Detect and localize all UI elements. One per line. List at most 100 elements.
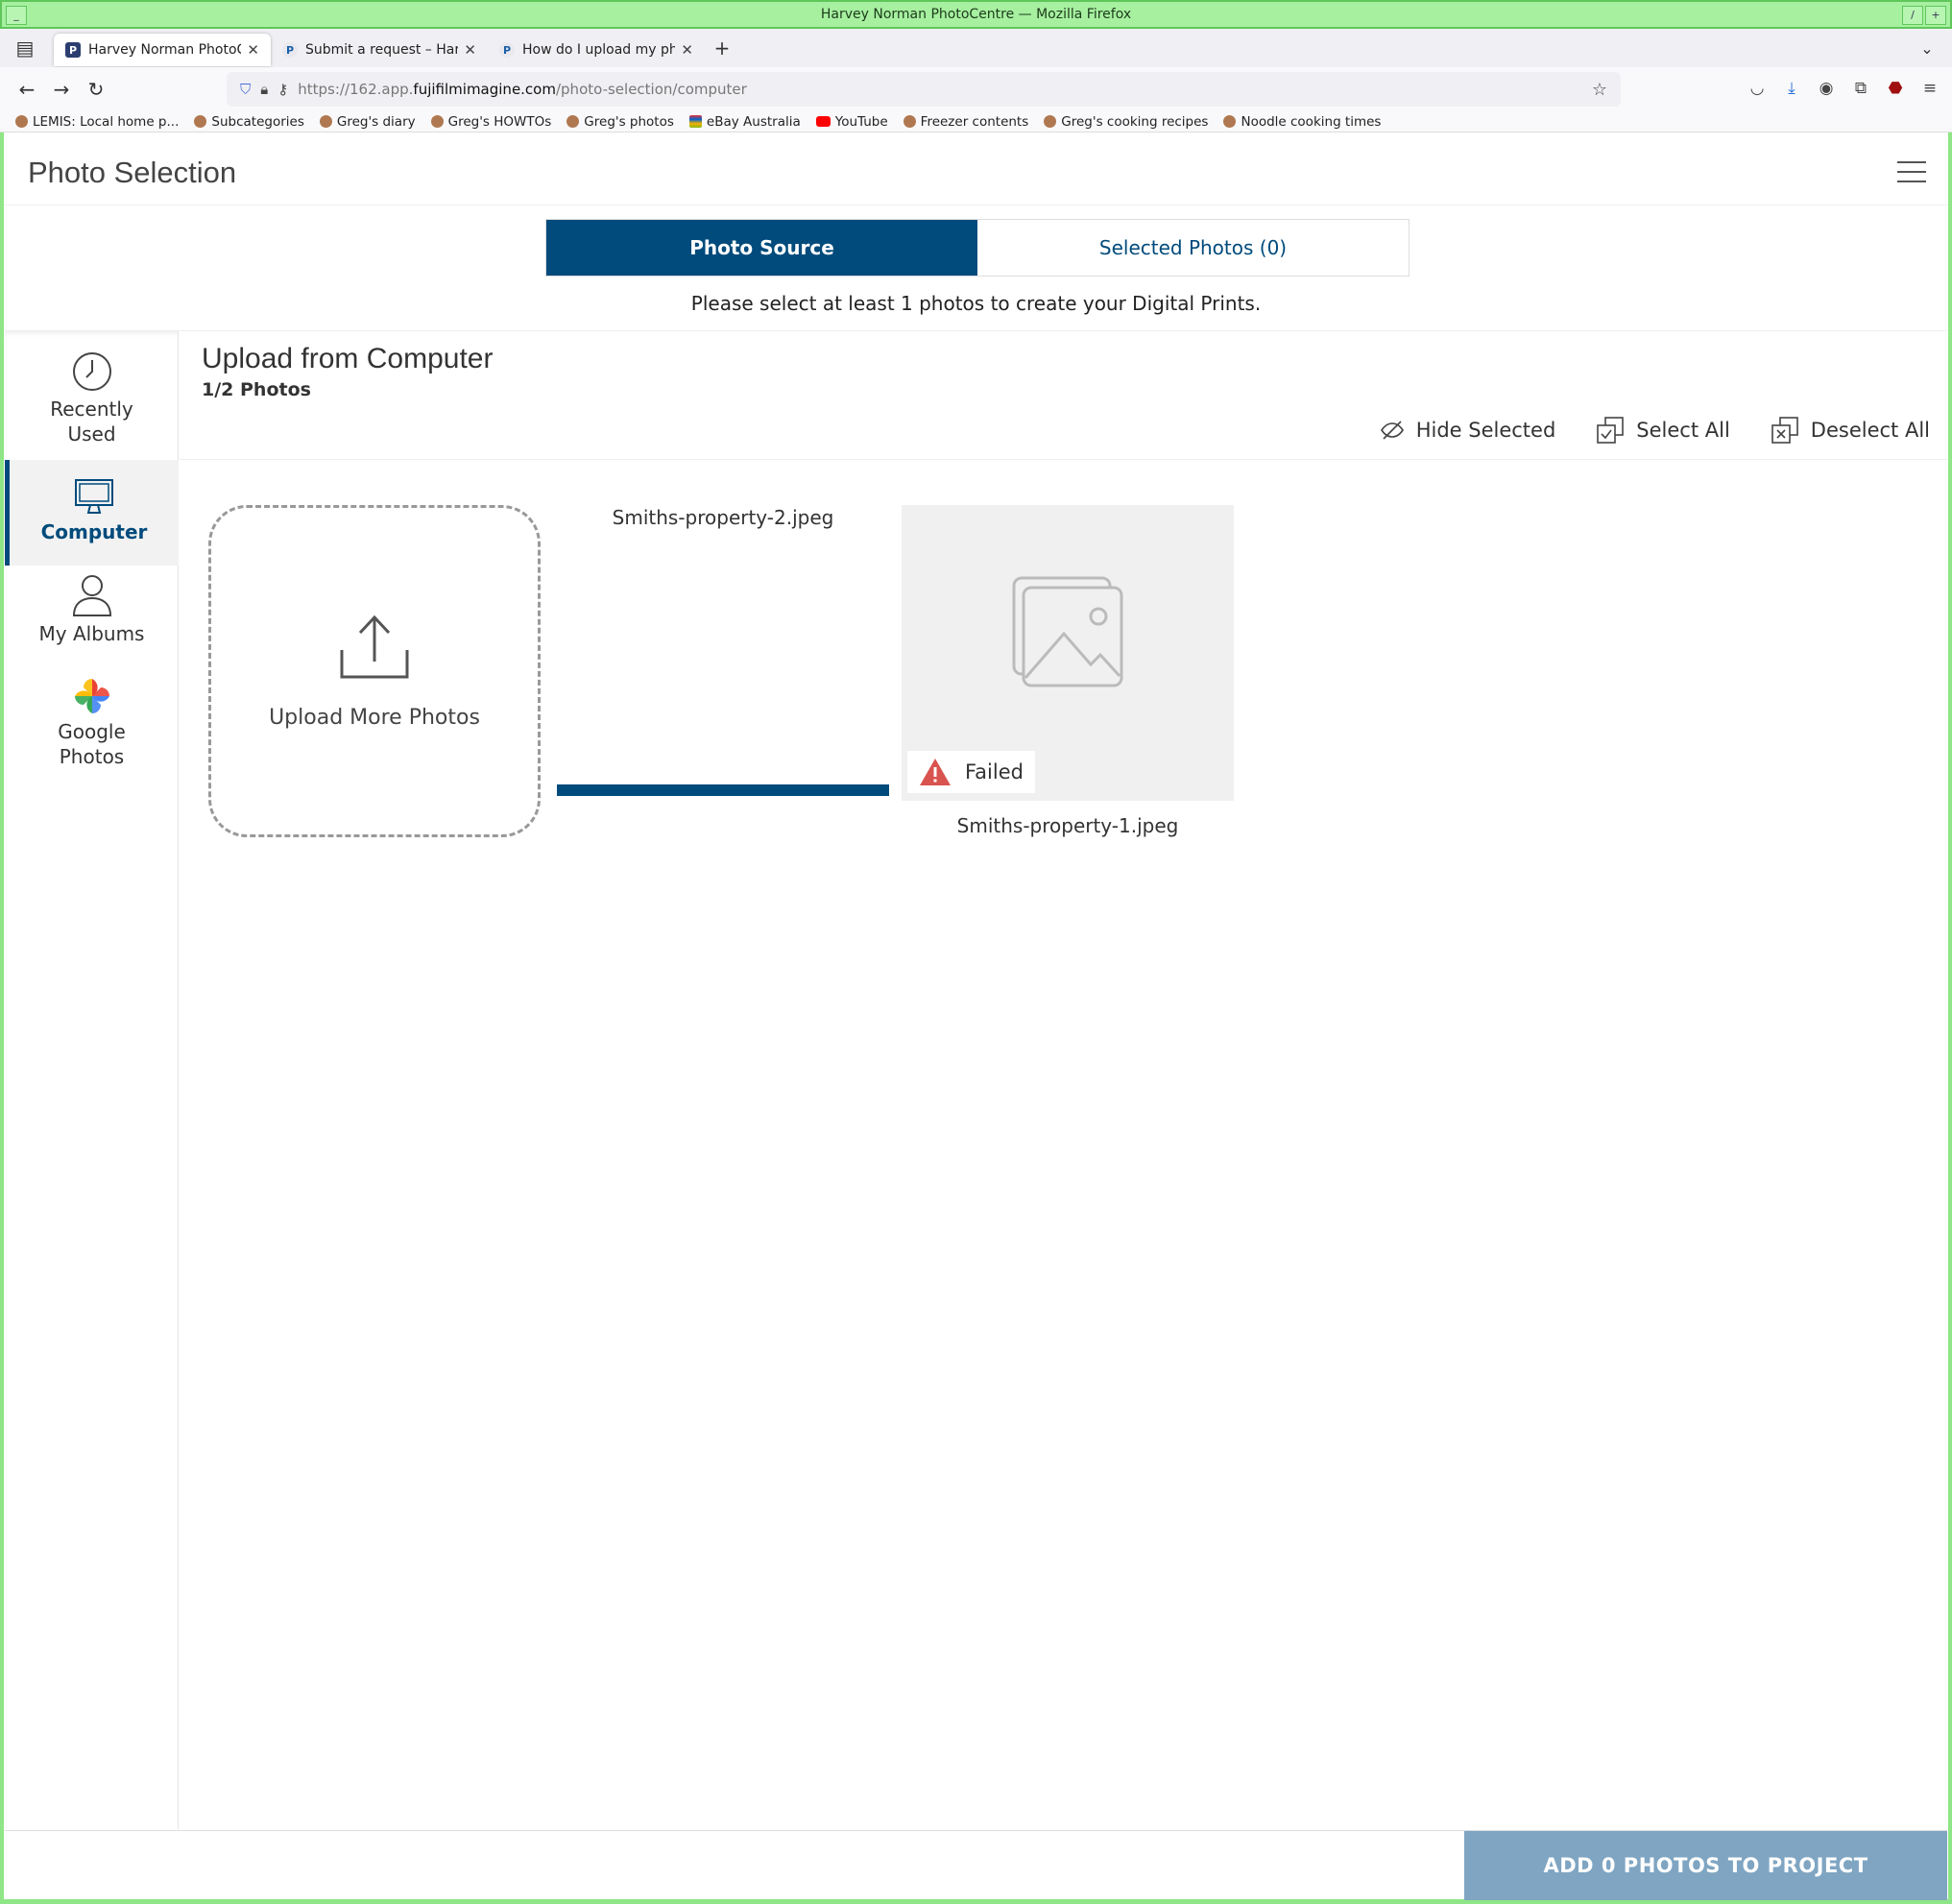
reload-icon[interactable]: ↻ [79, 72, 113, 107]
url-domain: fujifilmimagine.com [413, 81, 556, 98]
add-photos-to-project-button[interactable]: ADD 0 PHOTOS TO PROJECT [1464, 1831, 1947, 1900]
new-tab-button[interactable]: + [705, 31, 739, 65]
tab-close-icon[interactable]: ✕ [247, 41, 259, 59]
tab-harvey-norman[interactable]: P Harvey Norman PhotoCentre ✕ [54, 34, 271, 66]
bookmark-favicon-icon [430, 115, 444, 128]
bookmark-item[interactable]: YouTube [815, 114, 888, 130]
tab-selected-photos[interactable]: Selected Photos (0) [977, 220, 1409, 276]
action-label: Hide Selected [1415, 419, 1556, 442]
window-frame-right [1948, 29, 1952, 1904]
sidebar-label: Photos [59, 745, 125, 768]
action-label: Select All [1636, 419, 1730, 442]
bookmarks-toolbar: LEMIS: Local home p... Subcategories Gre… [0, 111, 1952, 133]
extensions-icon[interactable]: ⧉ [1848, 75, 1873, 102]
ebay-icon [688, 115, 702, 128]
downloads-icon[interactable]: ⤓ [1779, 75, 1804, 102]
window-menu-button[interactable]: _ [6, 6, 27, 25]
bookmark-item[interactable]: Greg's diary [319, 114, 416, 130]
tab-close-icon[interactable]: ✕ [681, 41, 693, 59]
action-label: Deselect All [1810, 419, 1930, 442]
url-path: /photo-selection/computer [555, 81, 747, 98]
tab-strip: ▤ P Harvey Norman PhotoCentre ✕ P Submit… [0, 29, 1952, 67]
account-icon[interactable]: ◉ [1814, 75, 1839, 102]
window-title: Harvey Norman PhotoCentre — Mozilla Fire… [820, 7, 1132, 22]
sidebar-label: Google [58, 720, 126, 743]
sidebar-label: Computer [40, 520, 148, 543]
bookmark-favicon-icon [566, 115, 580, 128]
bookmark-favicon-icon [903, 115, 916, 128]
url-prefix: https://162.app. [298, 81, 414, 98]
window-frame-left [0, 29, 4, 1904]
upload-more-photos-button[interactable]: Upload More Photos [208, 505, 541, 837]
image-placeholder-icon [1012, 576, 1123, 687]
ublock-icon[interactable]: ⬣ [1883, 75, 1908, 102]
failed-label: Failed [965, 760, 1024, 783]
sidebar-item-my-albums[interactable]: My Albums [5, 569, 179, 665]
sidebar-item-google-photos[interactable]: Google Photos [5, 673, 179, 779]
youtube-icon [815, 116, 831, 127]
key-icon[interactable]: ⚷ [277, 81, 288, 98]
bookmark-star-icon[interactable]: ☆ [1592, 80, 1607, 100]
deselect-all-icon [1771, 417, 1798, 444]
app-menu-icon[interactable]: ≡ [1917, 75, 1942, 102]
file-name: Smiths-property-1.jpeg [956, 814, 1179, 837]
hamburger-menu-icon[interactable] [1897, 161, 1926, 182]
pocket-icon[interactable]: ◡ [1745, 75, 1770, 102]
person-icon [72, 575, 111, 616]
tab-list-icon[interactable]: ▤ [8, 31, 42, 65]
file-name: Smiths-property-2.jpeg [612, 506, 834, 529]
tab-label: Harvey Norman PhotoCentre [88, 42, 242, 58]
bookmark-item[interactable]: LEMIS: Local home p... [15, 114, 179, 130]
selection-actions: Hide Selected Select All Deselect All [1380, 416, 1930, 445]
upload-label: Upload More Photos [269, 705, 480, 730]
list-all-tabs-chevron-down-icon[interactable]: ⌄ [1910, 31, 1944, 65]
bookmark-item[interactable]: Subcategories [194, 114, 304, 130]
upload-arrow-icon [340, 615, 409, 678]
bookmark-item[interactable]: Greg's HOWTOs [430, 114, 551, 130]
selection-prompt: Please select at least 1 photos to creat… [690, 292, 1262, 315]
window-maximize-button[interactable]: / [1902, 6, 1923, 25]
footer-bar: ADD 0 PHOTOS TO PROJECT [5, 1830, 1947, 1900]
upload-progress-bar [557, 784, 889, 796]
tab-photo-source[interactable]: Photo Source [546, 220, 977, 276]
window-titlebar: _ Harvey Norman PhotoCentre — Mozilla Fi… [0, 0, 1952, 29]
back-arrow-icon[interactable]: ← [10, 72, 44, 107]
photo-thumbnail[interactable]: Failed [902, 505, 1234, 801]
source-sidebar: Recently Used Computer My Albums Google … [5, 331, 179, 1829]
bookmark-favicon-icon [194, 115, 207, 128]
tab-close-icon[interactable]: ✕ [464, 41, 476, 59]
tab-label: How do I upload my photos [522, 42, 676, 58]
lock-icon[interactable]: 🔒︎ [260, 81, 268, 98]
page-title: Photo Selection [28, 156, 237, 189]
divider [180, 459, 1947, 460]
upload-progress-fill [557, 784, 889, 796]
upload-failed-badge: Failed [907, 751, 1035, 793]
tab-favicon-icon: P [282, 42, 298, 58]
bookmark-favicon-icon [1044, 115, 1057, 128]
upload-content: Upload from Computer 1/2 Photos Hide Sel… [180, 331, 1947, 1829]
bookmark-favicon-icon [15, 115, 28, 128]
select-all-button[interactable]: Select All [1596, 416, 1730, 445]
sidebar-label: Used [67, 422, 116, 446]
deselect-all-button[interactable]: Deselect All [1771, 416, 1930, 445]
forward-arrow-icon[interactable]: → [44, 72, 79, 107]
select-all-icon [1597, 417, 1625, 444]
hide-selected-button[interactable]: Hide Selected [1380, 419, 1556, 442]
bookmark-item[interactable]: Greg's photos [566, 114, 674, 130]
tab-submit-request[interactable]: P Submit a request – Harvey Norman ✕ [271, 34, 488, 66]
tab-how-upload[interactable]: P How do I upload my photos ✕ [488, 34, 705, 66]
navigation-toolbar: ← → ↻ ⛉ 🔒︎ ⚷ https://162.app. fujifilmima… [0, 67, 1952, 111]
warning-triangle-icon [920, 759, 951, 785]
shield-icon[interactable]: ⛉ [240, 81, 251, 98]
bookmark-item[interactable]: Freezer contents [903, 114, 1028, 130]
sidebar-label: Recently [50, 398, 133, 421]
window-close-button[interactable]: + [1925, 6, 1946, 25]
source-toggle: Photo Source Selected Photos (0) [545, 219, 1410, 277]
sidebar-item-recently-used[interactable]: Recently Used [5, 347, 179, 458]
bookmark-item[interactable]: Noodle cooking times [1223, 114, 1381, 130]
bookmark-item[interactable]: eBay Australia [688, 114, 801, 130]
eye-slash-icon [1380, 421, 1404, 440]
address-bar[interactable]: ⛉ 🔒︎ ⚷ https://162.app. fujifilmimagine.c… [227, 72, 1621, 107]
bookmark-item[interactable]: Greg's cooking recipes [1044, 114, 1208, 130]
sidebar-item-computer[interactable]: Computer [5, 460, 179, 566]
